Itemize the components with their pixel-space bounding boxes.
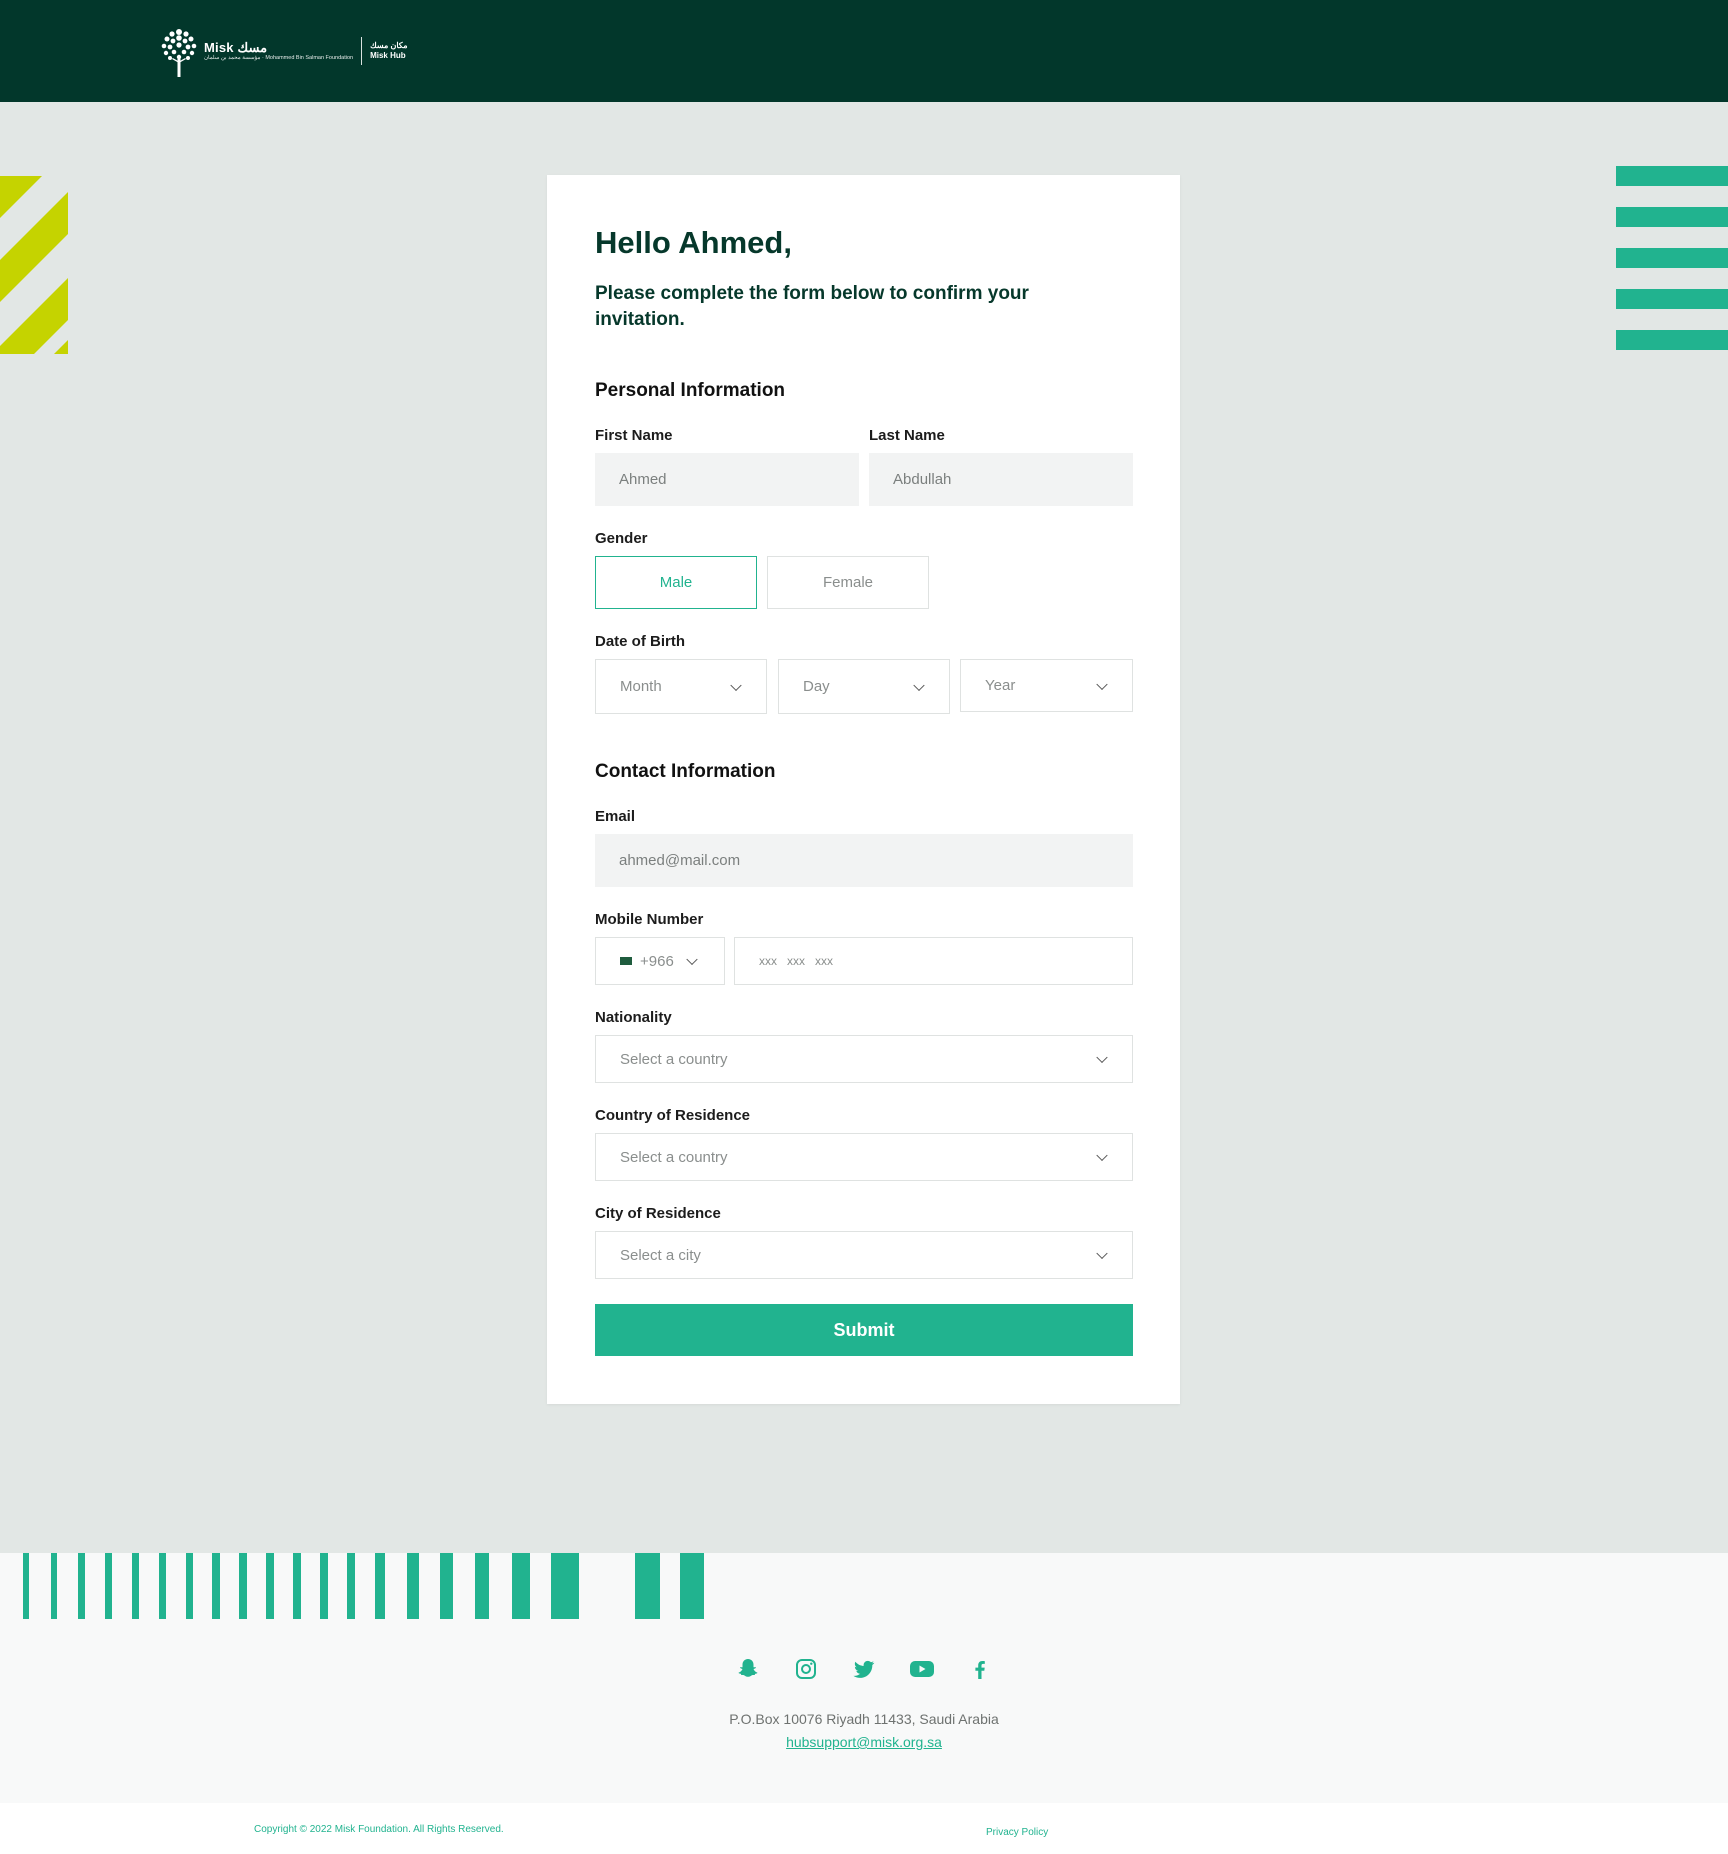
gender-female-option[interactable]: Female: [767, 556, 929, 609]
nationality-placeholder: Select a country: [620, 1050, 728, 1068]
dob-year-select[interactable]: Year: [960, 659, 1133, 712]
dob-label: Date of Birth: [595, 633, 685, 650]
residence-city-placeholder: Select a city: [620, 1246, 701, 1264]
email-label: Email: [595, 808, 636, 825]
chevron-down-icon: [1096, 1051, 1108, 1064]
gender-label: Gender: [595, 530, 648, 547]
chevron-down-icon: [730, 679, 742, 691]
residence-city-select[interactable]: Select a city: [595, 1231, 1133, 1279]
personal-info-heading: Personal Information: [595, 380, 786, 401]
submit-button[interactable]: Submit: [595, 1304, 1133, 1356]
site-footer: P.O.Box 10076 Riyadh 11433, Saudi Arabia…: [0, 1553, 1728, 1803]
chevron-down-icon: [1096, 678, 1108, 690]
chevron-down-icon: [1096, 1247, 1108, 1260]
mobile-number-input[interactable]: xxx xxx xxx: [734, 937, 1133, 985]
gender-male-option[interactable]: Male: [595, 556, 757, 609]
form-intro-text: Please complete the form below to confir…: [595, 283, 1029, 330]
last-name-label: Last Name: [869, 427, 945, 444]
country-code-value: +966: [640, 952, 674, 970]
first-name-label: First Name: [595, 427, 673, 444]
residence-country-select[interactable]: Select a country: [595, 1133, 1133, 1181]
dob-month-value: Month: [620, 678, 662, 695]
chevron-down-icon: [686, 953, 698, 966]
invitation-form-card: Hello Ahmed, Please complete the form be…: [547, 175, 1180, 1404]
instagram-icon[interactable]: [793, 1656, 819, 1682]
privacy-policy-link[interactable]: Privacy Policy: [986, 1827, 1048, 1838]
greeting-heading: Hello Ahmed,: [595, 225, 792, 260]
youtube-icon[interactable]: [909, 1656, 935, 1682]
misk-logo[interactable]: Misk مسك مؤسسة محمد بن سلمان · Mohammed …: [158, 22, 408, 80]
hub-name-arabic: مكان مسك: [370, 40, 408, 50]
footer-address: P.O.Box 10076 Riyadh 11433, Saudi Arabia: [729, 1711, 999, 1727]
residence-country-placeholder: Select a country: [620, 1148, 728, 1166]
nationality-label: Nationality: [595, 1009, 672, 1026]
hub-name-english: Misk Hub: [370, 51, 406, 60]
dob-day-select[interactable]: Day: [778, 659, 950, 714]
nationality-select[interactable]: Select a country: [595, 1035, 1133, 1083]
mobile-number-placeholder: xxx xxx xxx: [759, 954, 834, 968]
last-name-field[interactable]: Abdullah: [869, 453, 1133, 506]
dob-day-value: Day: [803, 678, 830, 695]
chevron-down-icon: [913, 679, 925, 691]
contact-info-heading: Contact Information: [595, 761, 776, 782]
tree-logo-icon: [161, 29, 197, 77]
social-links: [0, 1656, 1728, 1682]
facebook-icon[interactable]: [967, 1656, 993, 1682]
residence-city-label: City of Residence: [595, 1205, 721, 1222]
copyright-text: Copyright © 2022 Misk Foundation. All Ri…: [254, 1824, 504, 1835]
residence-country-label: Country of Residence: [595, 1107, 751, 1124]
dob-month-select[interactable]: Month: [595, 659, 767, 714]
country-code-select[interactable]: +966: [595, 937, 725, 985]
decorative-right-bars: [1616, 166, 1728, 371]
twitter-icon[interactable]: [851, 1656, 877, 1682]
support-email-link[interactable]: hubsupport@misk.org.sa: [0, 1734, 1728, 1750]
email-field[interactable]: ahmed@mail.com: [595, 834, 1133, 887]
saudi-flag-icon: [620, 957, 632, 965]
dob-year-value: Year: [985, 677, 1016, 694]
snapchat-icon[interactable]: [735, 1656, 761, 1682]
mobile-label: Mobile Number: [595, 911, 704, 928]
footer-bottom-bar: Copyright © 2022 Misk Foundation. All Ri…: [0, 1803, 1728, 1854]
logo-divider: [361, 37, 363, 65]
decorative-footer-bars: [23, 1553, 704, 1619]
logo-wordmark: Misk مسك: [204, 39, 268, 55]
first-name-field[interactable]: Ahmed: [595, 453, 859, 506]
chevron-down-icon: [1096, 1149, 1108, 1162]
decorative-diagonal-stripes: [0, 176, 68, 354]
logo-subtitle: مؤسسة محمد بن سلمان · Mohammed Bin Salma…: [204, 54, 354, 61]
site-header: Misk مسك مؤسسة محمد بن سلمان · Mohammed …: [0, 0, 1728, 102]
